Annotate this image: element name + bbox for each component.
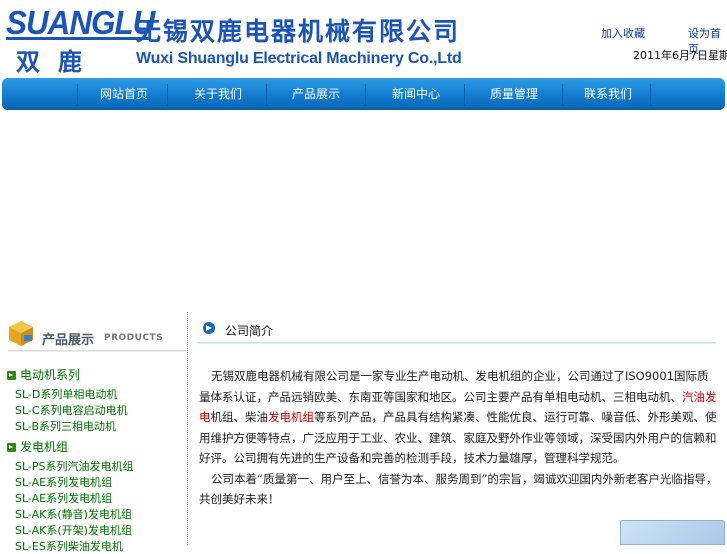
about-body: 无锡双鹿电器机械有限公司是一家专业生产电动机、发电机组的企业，公司通过了ISO9… — [199, 366, 719, 510]
logo-english[interactable]: SUANGLU — [6, 4, 155, 42]
nav-separator — [650, 84, 651, 106]
arrow-bullet-icon — [7, 443, 16, 452]
main-nav: 网站首页 关于我们 产品展示 新闻中心 质量管理 联系我们 — [2, 78, 725, 110]
nav-item-about[interactable]: 关于我们 — [170, 78, 266, 110]
product-link[interactable]: SL-C系列电容启动电机 — [15, 402, 128, 418]
product-link[interactable]: SL-AE系列发电机组 — [15, 490, 112, 506]
about-paragraph-1: 无锡双鹿电器机械有限公司是一家专业生产电动机、发电机组的企业，公司通过了ISO9… — [199, 366, 719, 469]
nav-separator — [464, 84, 465, 106]
banner-area — [0, 112, 727, 310]
divider — [8, 350, 186, 352]
box-icon — [9, 321, 33, 346]
highlight-text: 发电机组 — [268, 410, 314, 424]
site-header: SUANGLU 双鹿 无锡双鹿电器机械有限公司 Wuxi Shuanglu El… — [0, 0, 727, 78]
product-link[interactable]: SL-ES系列柴油发电机 — [15, 538, 123, 554]
products-title-en: PRODUCTS — [104, 333, 164, 343]
category-generators[interactable]: 发电机组 — [7, 438, 68, 455]
divider — [198, 342, 716, 344]
product-link[interactable]: SL-AE系列发电机组 — [15, 474, 112, 490]
nav-separator — [167, 84, 168, 106]
nav-separator — [77, 84, 78, 106]
company-name-en: Wuxi Shuanglu Electrical Machinery Co.,L… — [136, 50, 462, 67]
nav-item-home[interactable]: 网站首页 — [80, 78, 168, 110]
product-link[interactable]: SL-AK系(开架)发电机组 — [15, 522, 132, 538]
nav-separator — [365, 84, 366, 106]
products-title-cn: 产品展示 — [42, 333, 95, 348]
nav-separator — [266, 84, 267, 106]
date-display: 2011年6月7日星期二 — [633, 49, 727, 62]
nav-separator — [562, 84, 563, 106]
about-title: 公司简介 — [225, 324, 274, 338]
about-text: 无锡双鹿电器机械有限公司是一家专业生产电动机、发电机组的企业，公司通过了ISO9… — [199, 369, 709, 404]
product-link[interactable]: SL-D系列单相电动机 — [15, 386, 117, 402]
about-section-header: 公司简介 — [198, 312, 716, 346]
sidebar: 产品展示 PRODUCTS 电动机系列 SL-D系列单相电动机 SL-C系列电容… — [0, 312, 188, 553]
about-paragraph-2: 公司本着“质量第一、用户至上、信誉为本、服务周到”的宗旨，竭诚欢迎国内外新老客户… — [199, 471, 718, 507]
nav-item-news[interactable]: 新闻中心 — [368, 78, 464, 110]
nav-item-contact[interactable]: 联系我们 — [564, 78, 652, 110]
category-label: 电动机系列 — [20, 368, 81, 382]
category-label: 发电机组 — [20, 440, 69, 454]
category-motors[interactable]: 电动机系列 — [7, 366, 80, 383]
add-favorite-link[interactable]: 加入收藏 — [601, 25, 645, 41]
arrow-bullet-icon — [7, 371, 16, 380]
nav-item-quality[interactable]: 质量管理 — [466, 78, 562, 110]
logo-chinese[interactable]: 双鹿 — [16, 42, 100, 77]
corner-thumbnail-image[interactable] — [620, 520, 725, 545]
nav-item-products[interactable]: 产品展示 — [268, 78, 364, 110]
product-link[interactable]: SL-PS系列汽油发电机组 — [15, 458, 134, 474]
arrow-circle-icon — [203, 322, 215, 334]
products-title-box: 产品展示 PRODUCTS — [4, 315, 186, 352]
product-link[interactable]: SL-B系列三相电动机 — [15, 418, 116, 434]
product-link[interactable]: SL-AK系(静音)发电机组 — [15, 506, 132, 522]
company-name-cn: 无锡双鹿电器机械有限公司 — [136, 17, 461, 46]
about-text: 机组、柴油 — [210, 410, 269, 424]
